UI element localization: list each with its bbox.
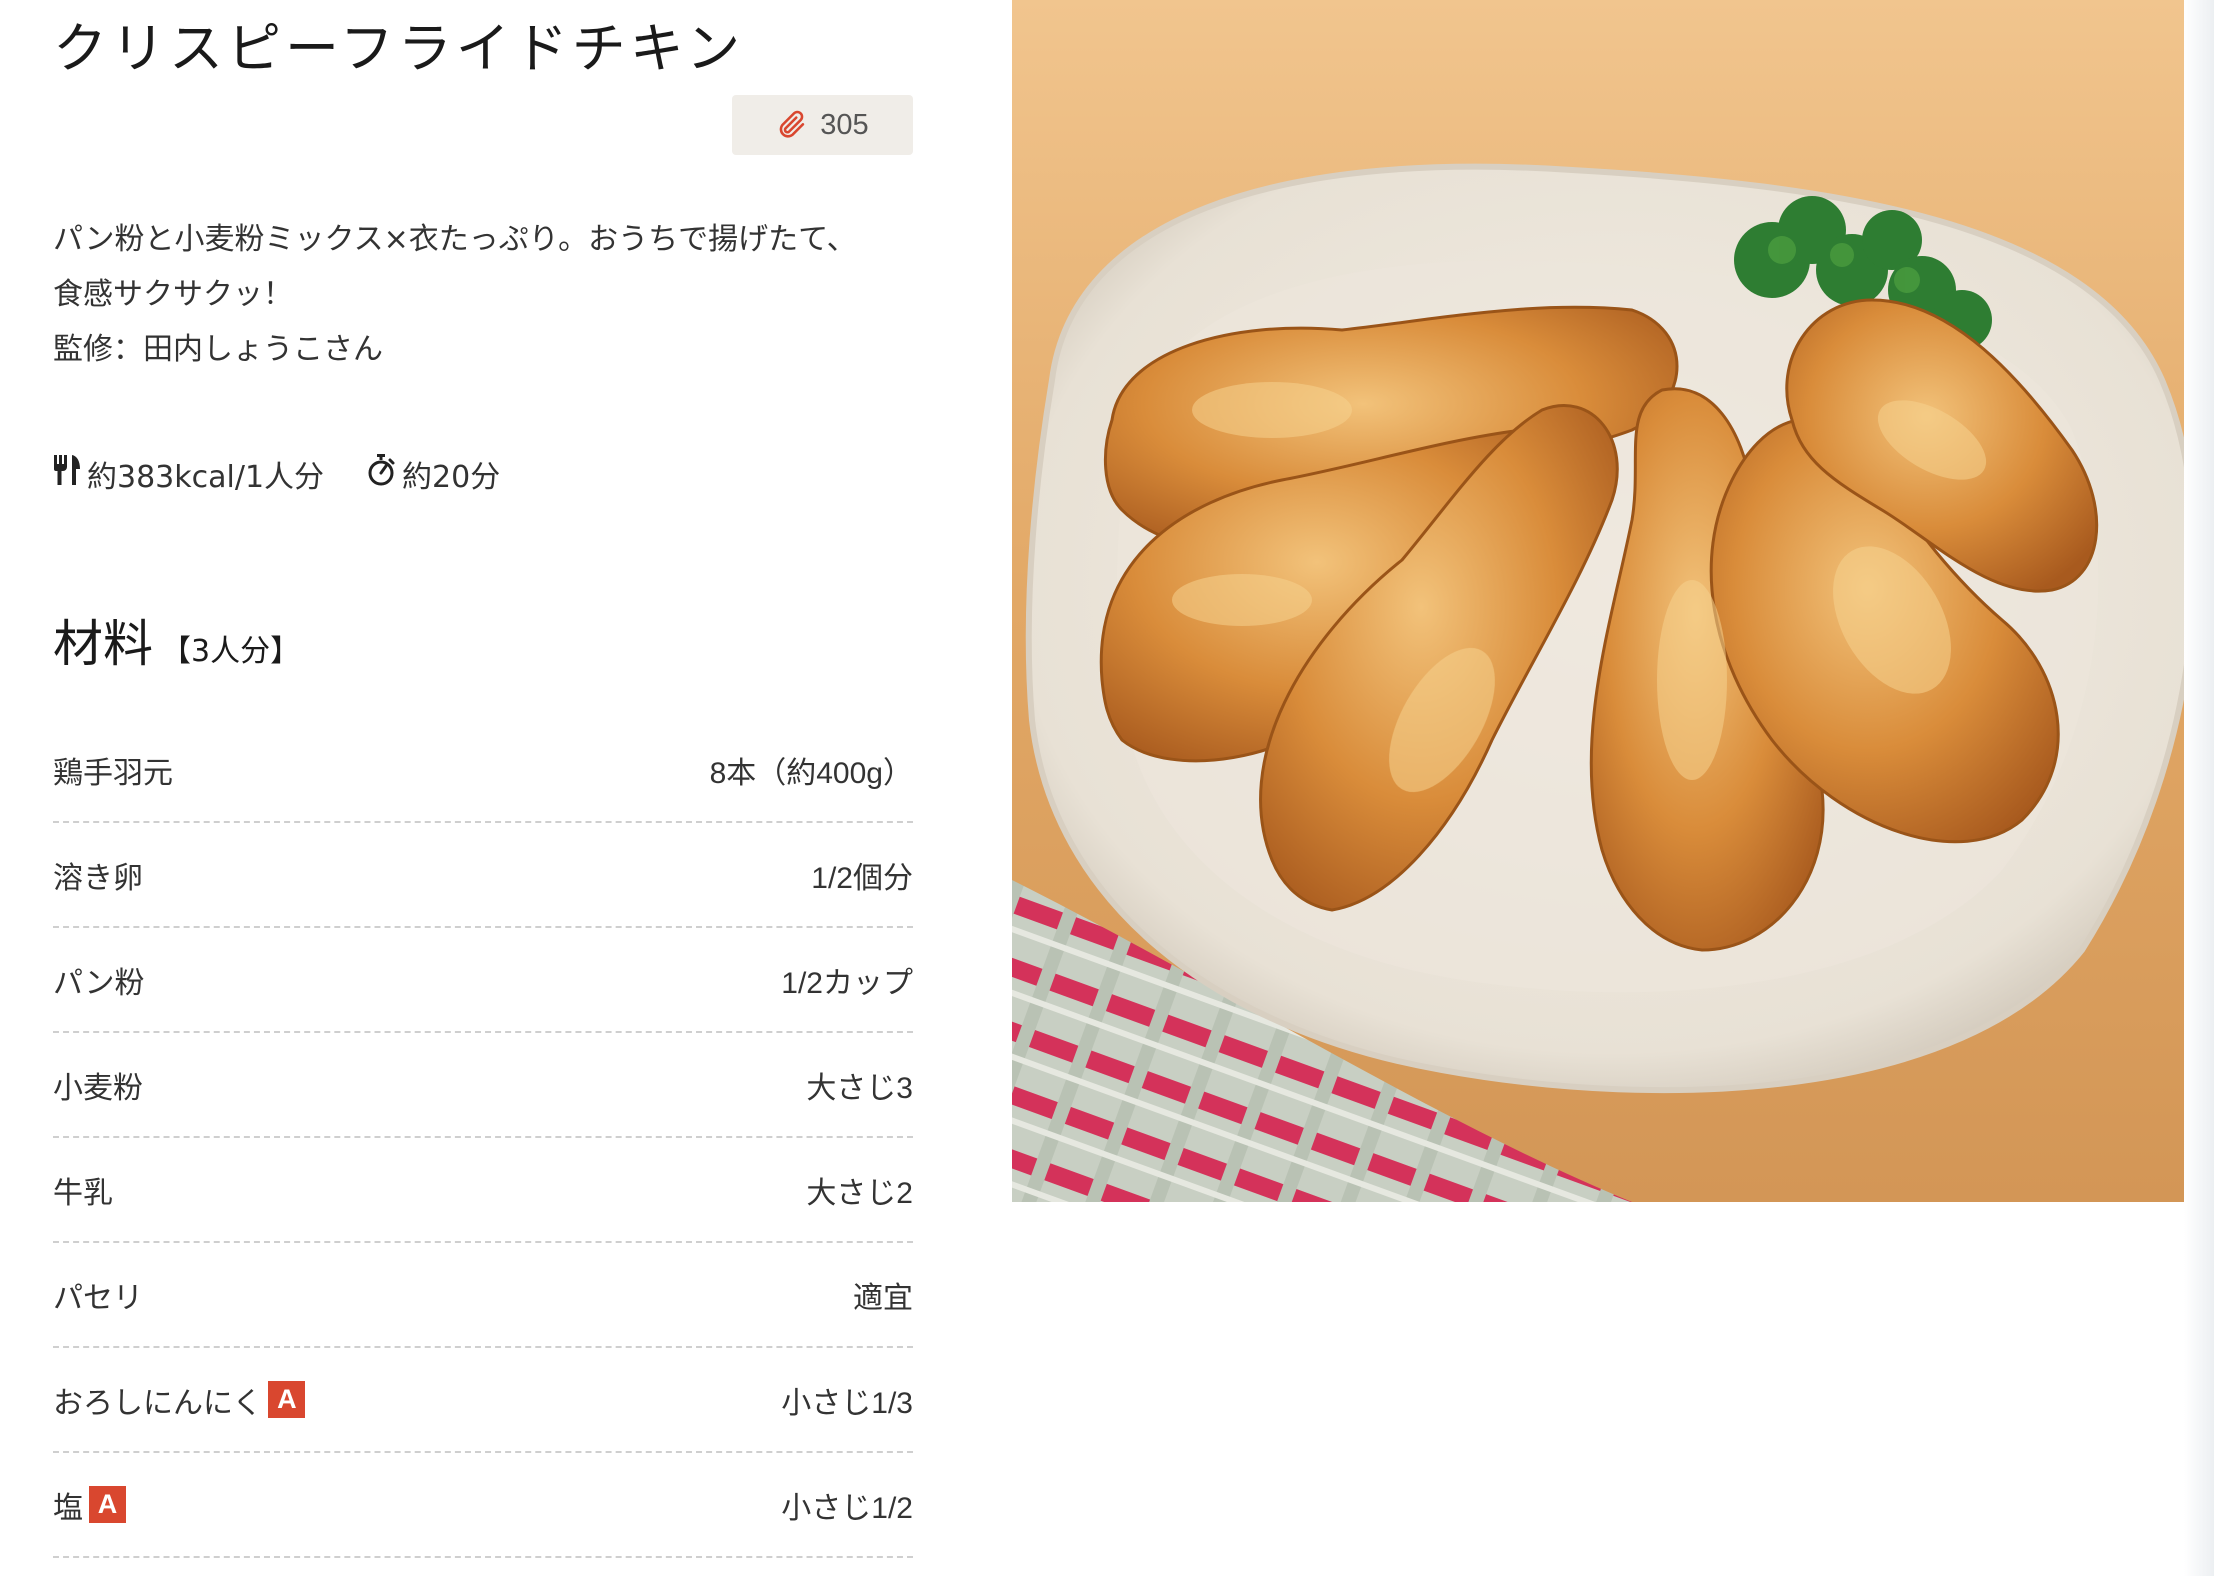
ingredient-name-group: 塩A xyxy=(53,1483,126,1527)
ingredient-amount: 1/2個分 xyxy=(811,861,913,895)
clip-button[interactable]: 305 xyxy=(732,95,913,155)
description-line: パン粉と小麦粉ミックス×衣たっぷり。おうちで揚げたて、 xyxy=(53,222,857,257)
ingredient-name: おろしにんにく xyxy=(53,1385,263,1421)
paperclip-icon xyxy=(776,108,810,142)
recipe-photo xyxy=(1012,0,2214,1202)
ingredient-name: 溶き卵 xyxy=(53,860,143,896)
ingredient-name-group: 小麦粉 xyxy=(53,1063,143,1107)
supervisor-line: 監修：田内しょうこさん xyxy=(53,332,383,367)
ingredient-name-group: おろしにんにく A xyxy=(53,1378,306,1422)
ingredient-name-group: 牛乳 xyxy=(53,1168,113,1212)
ingredient-row: 牛乳 大さじ2 xyxy=(53,1138,913,1243)
ingredient-row: パセリ 適宜 xyxy=(53,1243,913,1348)
servings-label: 【3人分】 xyxy=(161,634,301,669)
ingredient-name: 小麦粉 xyxy=(53,1070,143,1106)
ingredient-name: 牛乳 xyxy=(53,1175,113,1211)
ingredient-amount: 8本（約400g） xyxy=(709,756,913,790)
ingredients-heading: 材料 【3人分】 xyxy=(53,604,300,676)
ingredient-name: パセリ xyxy=(53,1280,143,1316)
ingredient-amount: 小さじ1/3 xyxy=(781,1386,913,1420)
ingredient-row: 鶏手羽元 8本（約400g） xyxy=(53,718,913,823)
recipe-meta: 約383kcal/1人分 約20分 xyxy=(53,452,500,496)
recipe-title: クリスピーフライドチキン xyxy=(53,17,745,80)
time-text: 約20分 xyxy=(402,460,501,495)
ingredient-name-group: パセリ xyxy=(53,1273,143,1317)
ingredient-name: 鶏手羽元 xyxy=(53,755,173,791)
stopwatch-icon xyxy=(366,454,396,494)
ingredient-row: 塩 A 小さじ1/2 xyxy=(53,1453,913,1558)
description-line: 食感サクサクッ！ xyxy=(53,277,293,312)
ingredient-name: 塩 xyxy=(53,1490,83,1526)
ingredient-row: おろしにんにく A 小さじ1/3 xyxy=(53,1348,913,1453)
fork-knife-icon xyxy=(53,454,81,494)
ingredient-amount: 大さじ2 xyxy=(806,1176,913,1210)
scrollbar-edge xyxy=(2184,0,2214,1576)
ingredient-name: パン粉 xyxy=(53,965,145,1001)
ingredient-amount: 適宜 xyxy=(853,1281,913,1315)
recipe-description: パン粉と小麦粉ミックス×衣たっぷり。おうちで揚げたて、 食感サクサクッ！ 監修：… xyxy=(53,212,913,377)
ingredient-name-group: 溶き卵 xyxy=(53,853,143,897)
calories-text: 約383kcal/1人分 xyxy=(87,460,325,495)
ingredient-row: パン粉 1/2カップ xyxy=(53,928,913,1033)
ingredient-row: 小麦粉 大さじ3 xyxy=(53,1033,913,1138)
ingredients-title: 材料 xyxy=(53,615,153,673)
group-badge: A xyxy=(89,1486,126,1523)
ingredient-name-group: パン粉 xyxy=(53,958,145,1002)
ingredient-amount: 小さじ1/2 xyxy=(781,1491,913,1525)
ingredient-amount: 大さじ3 xyxy=(806,1071,913,1105)
ingredient-name-group: 鶏手羽元 xyxy=(53,748,173,792)
ingredient-amount: 1/2カップ xyxy=(781,966,913,1000)
clip-count: 305 xyxy=(820,108,869,141)
ingredient-row: 溶き卵 1/2個分 xyxy=(53,823,913,928)
time-info: 約20分 xyxy=(366,452,500,496)
group-badge: A xyxy=(268,1381,306,1418)
ingredient-list: 鶏手羽元 8本（約400g） 溶き卵 1/2個分パン粉 1/2カップ小麦粉 大さじ3 牛乳 大… xyxy=(53,718,913,1558)
calories-info: 約383kcal/1人分 xyxy=(53,452,324,496)
